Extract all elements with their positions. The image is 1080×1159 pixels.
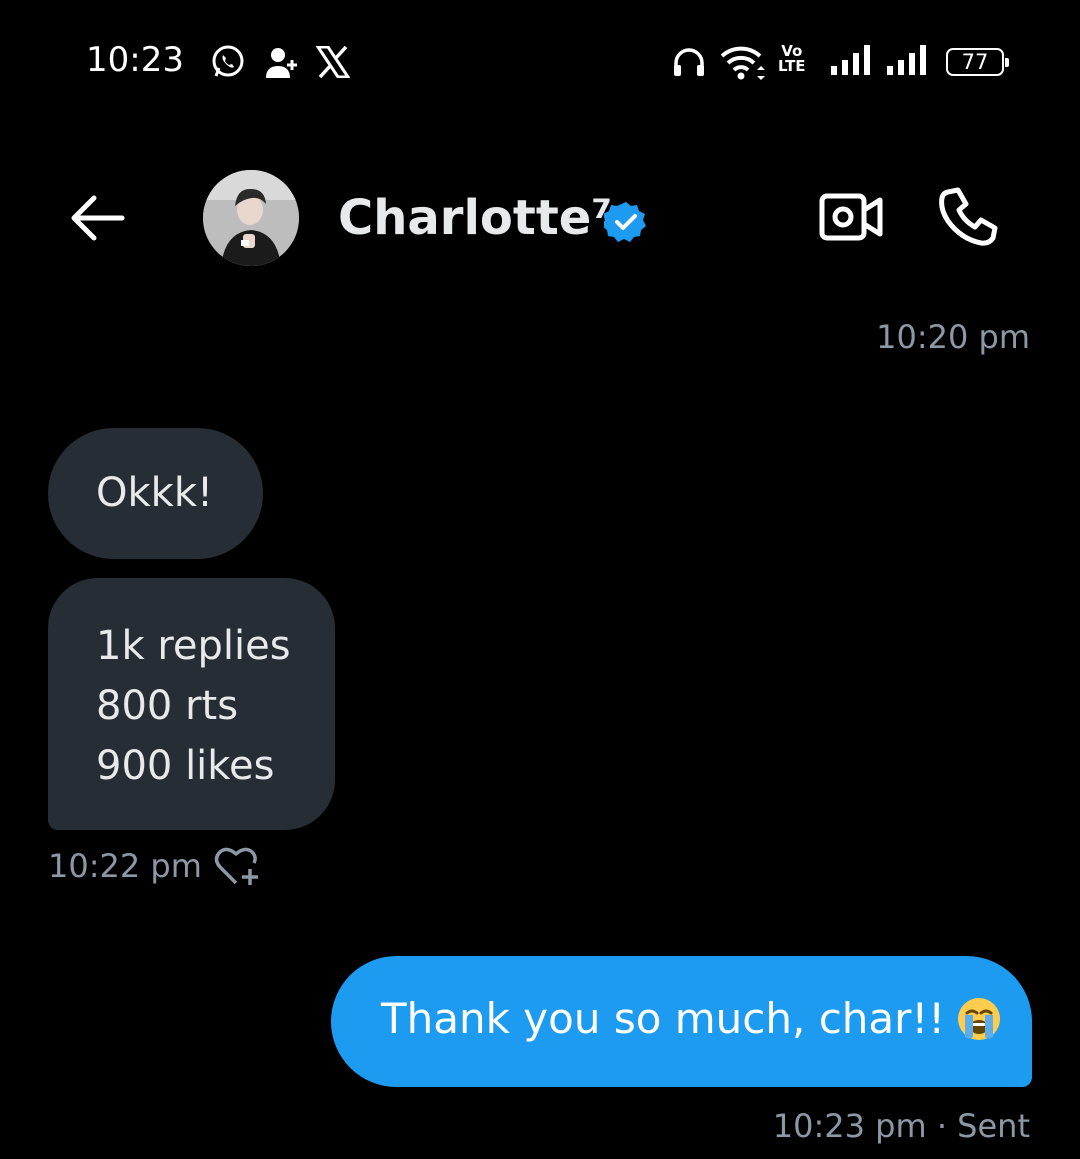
wifi-icon — [720, 46, 765, 80]
whatsapp-icon — [212, 45, 244, 77]
message-timestamp: 10:22 pm — [48, 847, 202, 885]
loudly-crying-face-icon — [958, 998, 1001, 1040]
add-contact-icon — [266, 48, 297, 78]
message-text: 800 rts — [96, 683, 239, 729]
contact-name[interactable]: Charlotte⁷ — [338, 190, 612, 246]
message-timestamp: 10:20 pm — [876, 318, 1030, 356]
x-logo-icon — [316, 46, 350, 78]
back-arrow-icon[interactable] — [66, 190, 128, 246]
message-text: 1k replies — [96, 623, 291, 669]
message-text: Okkk! — [96, 470, 214, 516]
message-sent-status: 10:23 pm · Sent — [772, 1107, 1030, 1145]
volte-indicator: Vo LTE — [778, 42, 806, 75]
message-text: Thank you so much, char!! — [381, 994, 946, 1043]
video-call-icon[interactable] — [818, 190, 886, 246]
status-time: 10:23 — [86, 40, 184, 80]
battery-indicator: 77 — [946, 48, 1009, 76]
profile-photo — [203, 170, 299, 266]
message-text: 900 likes — [96, 743, 275, 789]
phone-call-icon[interactable] — [938, 186, 1004, 250]
avatar[interactable] — [203, 170, 299, 266]
signal-strength-icon — [887, 45, 926, 75]
signal-strength-icon — [831, 45, 870, 75]
verified-badge-icon — [604, 202, 646, 242]
dm-conversation-screen: 10:23 Vo LTE 77 Charlotte⁷ 10:20 pm Okkk… — [0, 0, 1080, 1159]
add-reaction-heart-icon[interactable] — [212, 845, 262, 889]
headphones-icon — [674, 48, 704, 76]
received-message-bubble[interactable]: Okkk! — [48, 428, 263, 559]
received-message-bubble[interactable]: 1k replies 800 rts 900 likes — [48, 578, 335, 830]
sent-message-bubble[interactable]: Thank you so much, char!! — [331, 956, 1032, 1087]
